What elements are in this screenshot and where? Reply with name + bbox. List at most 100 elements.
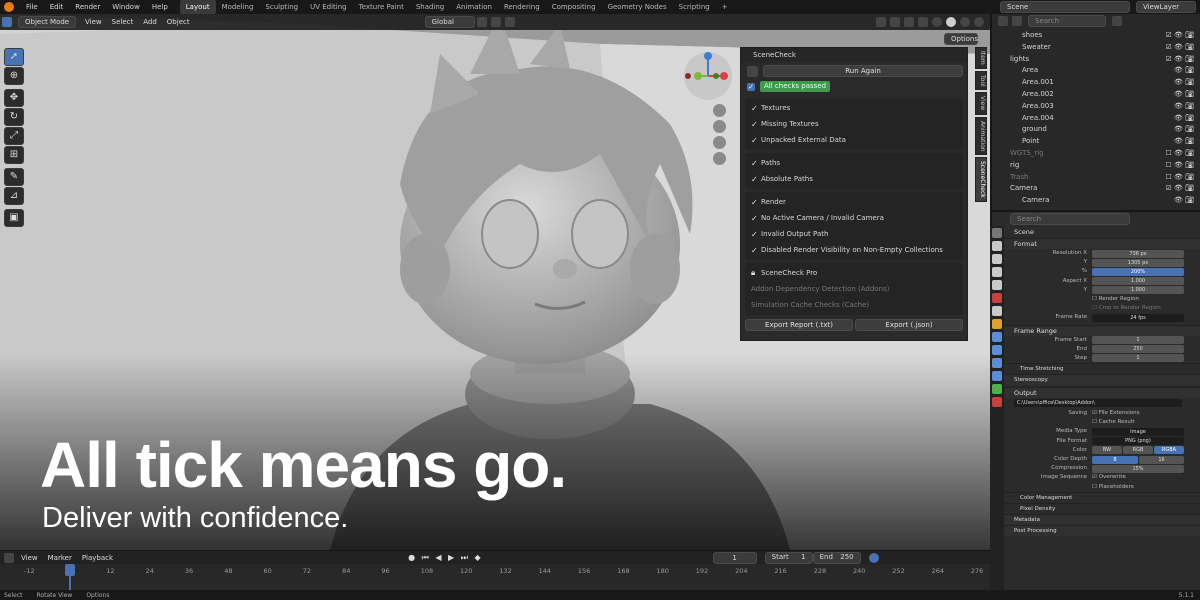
outliner-row[interactable]: ground 👁︎ 📷︎ (992, 124, 1200, 136)
tab-layout[interactable]: Layout (179, 0, 216, 14)
export-txt-button[interactable]: Export Report (.txt) (745, 319, 853, 331)
pivot-icon[interactable] (476, 17, 487, 27)
viewport-menu-select[interactable]: Select (107, 18, 139, 26)
timeline-editor-icon[interactable] (4, 552, 14, 563)
output-props-icon[interactable] (992, 254, 1002, 264)
tab-modeling[interactable]: Modeling (216, 0, 260, 14)
outliner-row[interactable]: Area 👁︎ 📷︎ (992, 65, 1200, 77)
outliner-row[interactable]: WGTS_rig ☐ 👁︎ 📷︎ (992, 148, 1200, 160)
file-format-select[interactable]: PNG (png) (1092, 437, 1184, 446)
outliner-row[interactable]: Camera 👁︎ 📷︎ (992, 195, 1200, 207)
resolution-y-field[interactable]: 1305 px (1092, 258, 1184, 267)
time-stretching-section[interactable]: Time Stretching (992, 363, 1200, 375)
auto-key-icon[interactable] (868, 552, 879, 563)
mode-selector[interactable]: Object Mode (18, 16, 76, 28)
frame-step-field[interactable]: 1 (1092, 354, 1184, 363)
collection-props-icon[interactable] (992, 306, 1002, 316)
end-frame-field[interactable]: End 250 (812, 551, 861, 564)
transform-tool-icon[interactable]: ⊞ (4, 146, 24, 164)
outliner-row[interactable]: Area.003 👁︎ 📷︎ (992, 101, 1200, 113)
gizmo-toggle-icon[interactable] (890, 17, 900, 27)
outliner-editor-icon[interactable] (998, 16, 1008, 26)
outliner-search-input[interactable]: Search (1028, 15, 1106, 27)
tab-texture-paint[interactable]: Texture Paint (353, 0, 410, 14)
tab-scenecheck[interactable]: SceneCheck (975, 157, 987, 202)
frame-start-field[interactable]: 1 (1092, 336, 1184, 345)
frame-rate-select[interactable]: 24 fps (1092, 313, 1184, 322)
aspect-y-field[interactable]: 1.000 (1092, 286, 1184, 295)
add-cube-tool-icon[interactable]: ▣ (4, 209, 24, 227)
timeline-menu-marker[interactable]: Marker (43, 554, 77, 562)
post-processing-section[interactable]: Post Processing (992, 524, 1200, 536)
playhead[interactable] (65, 564, 75, 576)
color-management-section[interactable]: Color Management (992, 491, 1200, 503)
world-props-icon[interactable] (992, 293, 1002, 303)
object-props-icon[interactable] (992, 319, 1002, 329)
tab-rendering[interactable]: Rendering (498, 0, 546, 14)
outliner-row[interactable]: Camera ☑ 👁︎ 📷︎ (992, 183, 1200, 195)
scale-tool-icon[interactable]: ⤢ (4, 127, 24, 145)
format-section[interactable]: Format (992, 238, 1200, 249)
frame-range-section[interactable]: Frame Range (992, 324, 1200, 336)
outliner-row[interactable]: shoes ☑ 👁︎ 📷︎ (992, 30, 1200, 42)
display-mode-icon[interactable] (1012, 16, 1022, 26)
color-bw-button[interactable]: BW (1092, 446, 1122, 455)
viewport-menu-object[interactable]: Object (162, 18, 195, 26)
viewport-menu-view[interactable]: View (80, 18, 107, 26)
zoom-icon[interactable] (713, 104, 726, 117)
export-json-button[interactable]: Export (.json) (855, 319, 963, 331)
render-props-icon[interactable] (992, 241, 1002, 251)
timeline-menu-view[interactable]: View (16, 554, 43, 562)
depth-8-button[interactable]: 8 (1092, 455, 1138, 464)
pixel-density-section[interactable]: Pixel Density (992, 502, 1200, 514)
tab-view[interactable]: View (975, 92, 987, 115)
tab-sculpting[interactable]: Sculpting (259, 0, 304, 14)
blender-logo-icon[interactable] (4, 2, 14, 12)
scene-selector[interactable]: Scene (1000, 1, 1130, 13)
resolution-pct-field[interactable]: 200% (1092, 267, 1184, 276)
output-path-input[interactable]: C:\Users\office\Desktop\Addon\ (1014, 398, 1182, 407)
current-frame-field[interactable]: 1 (712, 551, 757, 564)
viewport-menu-add[interactable]: Add (138, 18, 162, 26)
start-frame-field[interactable]: Start 1 (764, 551, 813, 564)
view-layer-selector[interactable]: ViewLayer (1136, 1, 1196, 13)
tab-shading[interactable]: Shading (410, 0, 450, 14)
media-type-select[interactable]: Image (1092, 428, 1184, 437)
proportional-edit-icon[interactable] (504, 17, 515, 27)
color-rgba-button[interactable]: RGBA (1154, 446, 1184, 455)
tab-compositing[interactable]: Compositing (546, 0, 602, 14)
aspect-x-field[interactable]: 1.000 (1092, 277, 1184, 286)
compression-slider[interactable]: 15% (1092, 464, 1184, 473)
modifier-props-icon[interactable] (992, 332, 1002, 342)
cursor-tool-icon[interactable]: ⊕ (4, 67, 24, 85)
annotate-tool-icon[interactable]: ✎ (4, 168, 24, 186)
outliner-row[interactable]: Area.004 👁︎ 📷︎ (992, 113, 1200, 125)
outliner-row[interactable]: Trash ☐ 👁︎ 📷︎ (992, 172, 1200, 184)
prop-row[interactable]: ☐ Render Region (992, 295, 1200, 304)
prop-row[interactable]: ☐ Crop to Render Region (992, 304, 1200, 313)
pan-hand-icon[interactable] (713, 120, 726, 133)
measure-tool-icon[interactable]: ⊿ (4, 187, 24, 205)
material-shading-icon[interactable] (960, 17, 970, 27)
properties-search-input[interactable]: Search (1010, 213, 1130, 225)
move-tool-icon[interactable]: ✥ (4, 89, 24, 107)
color-rgb-button[interactable]: RGB (1123, 446, 1153, 455)
outliner-row[interactable]: Sweater ☑ 👁︎ 📷︎ (992, 42, 1200, 54)
timeline-track[interactable]: -121122436486072849610812013214415616818… (0, 564, 990, 590)
menu-render[interactable]: Render (69, 0, 106, 14)
material-props-icon[interactable] (992, 397, 1002, 407)
wireframe-shading-icon[interactable] (932, 17, 942, 27)
resolution-x-field[interactable]: 736 px (1092, 249, 1184, 258)
run-again-button[interactable]: Run Again (763, 65, 963, 77)
menu-edit[interactable]: Edit (44, 0, 70, 14)
rotate-tool-icon[interactable]: ↻ (4, 108, 24, 126)
outliner-row[interactable]: rig ☐ 👁︎ 📷︎ (992, 160, 1200, 172)
select-tool-icon[interactable]: ➚ (4, 48, 24, 66)
frame-end-field[interactable]: 250 (1092, 345, 1184, 354)
prop-row[interactable]: ☐ Placeholders (992, 483, 1200, 492)
overlay-toggle-icon[interactable] (904, 17, 914, 27)
rendered-shading-icon[interactable] (974, 17, 984, 27)
depth-16-button[interactable]: 16 (1139, 455, 1184, 464)
add-workspace-button[interactable]: + (716, 0, 734, 14)
outliner-row[interactable]: Area.001 👁︎ 📷︎ (992, 77, 1200, 89)
